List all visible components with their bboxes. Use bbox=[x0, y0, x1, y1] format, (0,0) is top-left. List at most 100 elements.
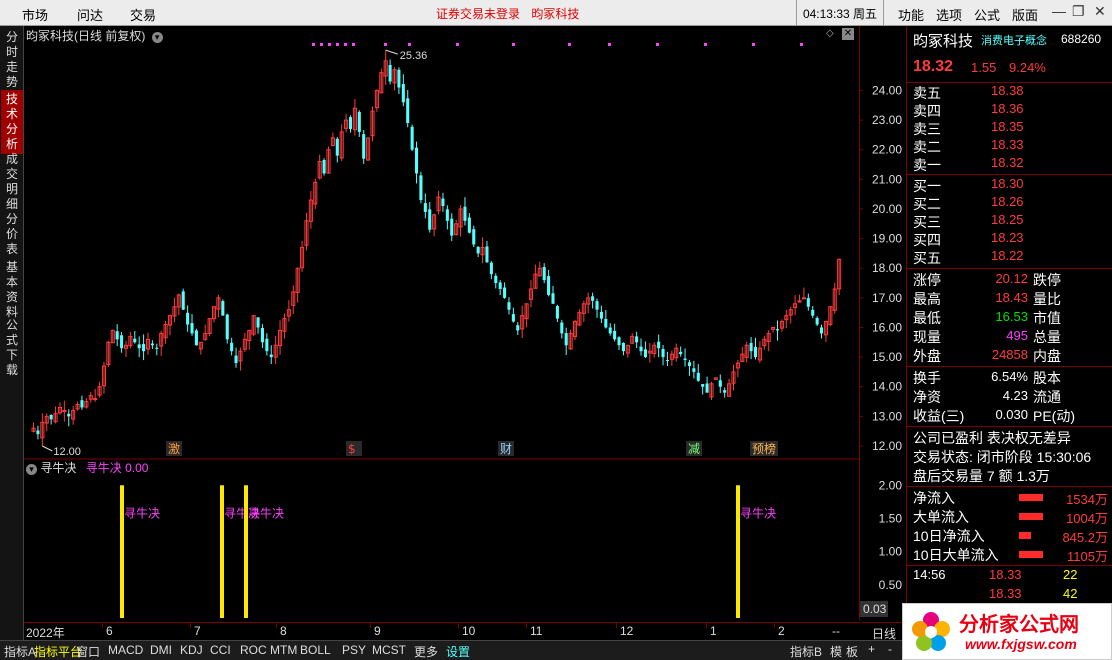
menu-options[interactable]: 选项 bbox=[936, 5, 962, 24]
event-marker[interactable]: 预榜 bbox=[752, 441, 776, 456]
stock-name-link[interactable]: 昀冢科技 bbox=[531, 7, 579, 21]
candle-body bbox=[498, 282, 502, 289]
candle-body bbox=[775, 329, 780, 331]
period-selector[interactable]: 日线 bbox=[862, 622, 906, 641]
bottom-right-tab[interactable]: 模 bbox=[830, 643, 842, 660]
indicator-options-icon[interactable]: ▾ bbox=[26, 464, 37, 475]
signal-dot bbox=[568, 43, 571, 46]
candle-body bbox=[423, 203, 427, 212]
candlestick-chart[interactable]: 25.3612.00 激 $ 财减预榜寻牛决 寻牛决寻牛决 寻牛决 bbox=[24, 26, 860, 620]
event-marker[interactable]: 激 bbox=[168, 442, 180, 456]
divider bbox=[907, 486, 1112, 487]
add-button[interactable]: + bbox=[868, 642, 875, 656]
stat-label: 收益(三) bbox=[913, 408, 965, 424]
candle-body bbox=[322, 159, 326, 174]
stat-row: 涨停 20.12 跌停 bbox=[913, 270, 1112, 289]
price-tick-label: 23.00 bbox=[872, 113, 902, 127]
bottom-right-tab[interactable]: 板 bbox=[846, 643, 858, 660]
close-icon[interactable]: ✕ bbox=[1094, 3, 1106, 20]
bottom-tab[interactable]: 指标平台 bbox=[34, 643, 82, 660]
candle-body bbox=[230, 342, 234, 352]
high-annotation-line bbox=[385, 49, 398, 55]
candle-body bbox=[555, 306, 559, 319]
tab-price-table[interactable]: 分价表 bbox=[1, 210, 23, 259]
tick-row: 14:56 18.33 22 bbox=[913, 567, 1112, 586]
flow-label: 净流入 bbox=[913, 490, 955, 506]
restore-icon[interactable]: ❐ bbox=[1072, 3, 1085, 20]
menu-function[interactable]: 功能 bbox=[898, 5, 924, 24]
minus-button[interactable]: - bbox=[888, 642, 892, 656]
bottom-tab[interactable]: MACD bbox=[108, 643, 143, 657]
bottom-tab[interactable]: 更多 bbox=[414, 643, 438, 660]
indicator-tick-label: 0.50 bbox=[879, 578, 903, 592]
candle-body bbox=[463, 206, 467, 221]
divider bbox=[907, 426, 1112, 427]
candle-body bbox=[49, 414, 53, 420]
login-status-text[interactable]: 证券交易未登录 bbox=[436, 7, 520, 21]
quote-stock-name: 昀冢科技 bbox=[913, 33, 974, 50]
event-marker[interactable]: 财 bbox=[500, 442, 512, 456]
signal-dot bbox=[608, 43, 611, 46]
menu-formula[interactable]: 公式 bbox=[974, 5, 1000, 24]
bottom-tab[interactable]: PSY bbox=[342, 643, 366, 657]
candle-body bbox=[397, 69, 401, 88]
quote-concept[interactable]: 消费电子概念 bbox=[981, 32, 1047, 48]
event-marker[interactable]: $ bbox=[348, 442, 356, 456]
tab-intraday[interactable]: 分时走势 bbox=[1, 28, 23, 92]
x-tick-mark bbox=[458, 623, 459, 628]
event-marker[interactable]: 减 bbox=[688, 442, 700, 456]
candle-body bbox=[410, 126, 414, 150]
bottom-tab[interactable]: ROC bbox=[240, 643, 267, 657]
signal-label: 寻牛决 bbox=[124, 505, 160, 520]
bottom-tab[interactable]: MCST bbox=[372, 643, 406, 657]
x-axis: 2022年 6 7 8 9 10 11 12 1 2 -- bbox=[24, 622, 860, 640]
low-annotation: 12.00 bbox=[53, 446, 81, 458]
tab-technical[interactable]: 技术分析 bbox=[1, 90, 23, 154]
bottom-right-tab[interactable]: 指标B bbox=[790, 643, 822, 660]
candle-body bbox=[494, 275, 498, 284]
stat-label: 最高 bbox=[913, 291, 941, 307]
ask-label: 卖三 bbox=[913, 121, 941, 137]
candle-body bbox=[696, 372, 700, 381]
candle-body bbox=[595, 301, 599, 310]
ask-label: 卖二 bbox=[913, 139, 941, 155]
bottom-tab[interactable]: BOLL bbox=[300, 643, 331, 657]
menu-market[interactable]: 市场 bbox=[22, 5, 48, 24]
signal-dot bbox=[512, 43, 515, 46]
minimize-icon[interactable]: — bbox=[1052, 3, 1066, 19]
signal-dot bbox=[656, 43, 659, 46]
chart-area[interactable]: 昀冢科技(日线 前复权) ▾ ◇ ✕ 25.36 12.00 激 $ 财减预榜 寻牛决 寻牛… bbox=[24, 26, 860, 620]
x-axis-end[interactable]: -- bbox=[832, 624, 840, 638]
tab-profile[interactable]: 基本资料 bbox=[1, 258, 23, 322]
candle-body bbox=[357, 111, 361, 132]
menu-layout[interactable]: 版面 bbox=[1012, 5, 1038, 24]
bottom-tab[interactable]: CCI bbox=[210, 643, 231, 657]
quote-change: 1.55 bbox=[971, 60, 997, 75]
quote-code: 688260 bbox=[1061, 32, 1102, 46]
tab-formula-download[interactable]: 公式下载 bbox=[1, 316, 23, 380]
price-tick-label: 19.00 bbox=[872, 232, 902, 246]
login-status[interactable]: 证券交易未登录 昀冢科技 bbox=[436, 5, 579, 22]
stat-label: 外盘 bbox=[913, 348, 941, 364]
quote-price: 18.32 bbox=[913, 58, 954, 75]
bottom-tab[interactable]: 设置 bbox=[446, 643, 470, 660]
bottom-tab[interactable]: MTM bbox=[270, 643, 297, 657]
bottom-tab[interactable]: 窗口 bbox=[76, 643, 100, 660]
candle-body bbox=[635, 336, 639, 343]
candle-body bbox=[643, 349, 647, 358]
menu-wenda[interactable]: 问达 bbox=[77, 5, 103, 24]
menu-trade[interactable]: 交易 bbox=[130, 5, 156, 24]
clock: 04:13:33 周五 bbox=[796, 0, 884, 26]
tab-trades[interactable]: 成交明细 bbox=[1, 150, 23, 214]
divider bbox=[907, 366, 1112, 367]
candle-body bbox=[67, 413, 71, 417]
bottom-tab[interactable]: KDJ bbox=[180, 643, 203, 657]
bottom-tab[interactable]: DMI bbox=[150, 643, 172, 657]
candle-body bbox=[142, 344, 146, 352]
signal-dot bbox=[752, 43, 755, 46]
bottom-tab[interactable]: 指标A bbox=[4, 643, 36, 660]
bid-row: 买一 18.30 bbox=[913, 176, 1112, 194]
stat-label-2: 内盘 bbox=[1033, 348, 1061, 364]
quote-header: 昀冢科技 消费电子概念 688260 bbox=[913, 30, 1112, 50]
tick-time: 14:56 bbox=[913, 567, 946, 582]
